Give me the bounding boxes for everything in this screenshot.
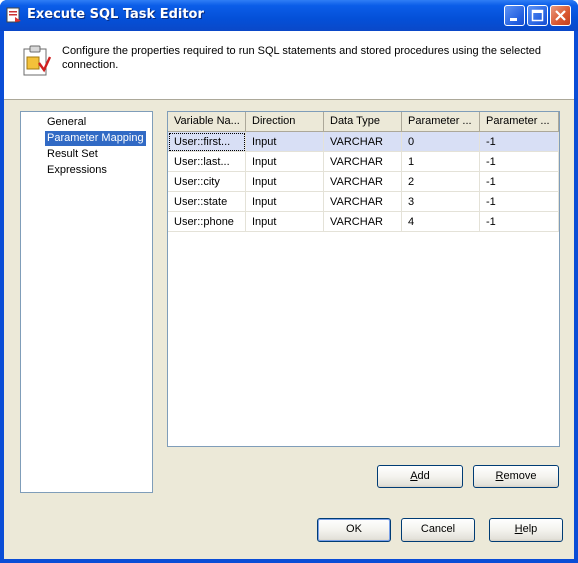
dialog-header: Configure the properties required to run…	[4, 31, 574, 100]
dialog-window: Execute SQL Task Editor Configure the pr…	[0, 0, 578, 563]
close-icon	[555, 10, 566, 21]
cell-variable-name[interactable]: User::first...	[168, 132, 246, 152]
cell-variable-name[interactable]: User::last...	[168, 152, 246, 172]
maximize-button[interactable]	[527, 5, 548, 26]
remove-button[interactable]: Remove	[473, 465, 559, 488]
cell-parameter-size[interactable]: -1	[480, 172, 559, 192]
cell-variable-name[interactable]: User::phone	[168, 212, 246, 232]
table-row[interactable]: User::city Input VARCHAR 2 -1	[168, 172, 559, 192]
nav-item-parameter-mapping[interactable]: Parameter Mapping	[45, 131, 146, 146]
column-header-variable-name[interactable]: Variable Na...	[168, 112, 246, 131]
dialog-client-area: Configure the properties required to run…	[4, 31, 574, 559]
cell-parameter-name[interactable]: 3	[402, 192, 480, 212]
cell-variable-name[interactable]: User::state	[168, 192, 246, 212]
parameter-mapping-grid: Variable Na... Direction Data Type Param…	[167, 111, 560, 447]
minimize-icon	[510, 18, 517, 21]
task-properties-icon	[23, 45, 52, 76]
minimize-button[interactable]	[504, 5, 525, 26]
add-button-label: dd	[417, 470, 430, 482]
cell-data-type[interactable]: VARCHAR	[324, 132, 402, 152]
column-header-parameter-size[interactable]: Parameter ...	[480, 112, 559, 131]
help-button-mnemonic: H	[514, 523, 523, 535]
maximize-icon	[531, 9, 544, 22]
cell-data-type[interactable]: VARCHAR	[324, 172, 402, 192]
cell-parameter-name[interactable]: 1	[402, 152, 480, 172]
grid-header: Variable Na... Direction Data Type Param…	[168, 112, 559, 132]
help-button[interactable]: Help	[489, 518, 563, 542]
nav-item-result-set[interactable]: Result Set	[45, 147, 100, 162]
task-editor-icon	[6, 7, 21, 23]
cell-parameter-size[interactable]: -1	[480, 212, 559, 232]
table-row[interactable]: User::last... Input VARCHAR 1 -1	[168, 152, 559, 172]
cell-direction[interactable]: Input	[246, 152, 324, 172]
header-description: Configure the properties required to run…	[62, 45, 541, 71]
cell-parameter-name[interactable]: 4	[402, 212, 480, 232]
column-header-data-type[interactable]: Data Type	[324, 112, 402, 131]
remove-button-label: emove	[503, 470, 537, 482]
cell-data-type[interactable]: VARCHAR	[324, 192, 402, 212]
cell-parameter-name[interactable]: 0	[402, 132, 480, 152]
cell-parameter-size[interactable]: -1	[480, 192, 559, 212]
close-button[interactable]	[550, 5, 571, 26]
table-row[interactable]: User::phone Input VARCHAR 4 -1	[168, 212, 559, 232]
cell-parameter-name[interactable]: 2	[402, 172, 480, 192]
add-button-mnemonic: A	[410, 470, 418, 482]
page-navigation-list: General Parameter Mapping Result Set Exp…	[20, 111, 153, 493]
column-header-direction[interactable]: Direction	[246, 112, 324, 131]
table-row[interactable]: User::state Input VARCHAR 3 -1	[168, 192, 559, 212]
cell-direction[interactable]: Input	[246, 192, 324, 212]
add-button[interactable]: Add	[377, 465, 463, 488]
cell-variable-name[interactable]: User::city	[168, 172, 246, 192]
cancel-button[interactable]: Cancel	[401, 518, 475, 542]
title-bar[interactable]: Execute SQL Task Editor	[0, 0, 578, 31]
ok-button[interactable]: OK	[317, 518, 391, 542]
cell-parameter-size[interactable]: -1	[480, 132, 559, 152]
cell-direction[interactable]: Input	[246, 212, 324, 232]
column-header-parameter-name[interactable]: Parameter ...	[402, 112, 480, 131]
nav-item-general[interactable]: General	[45, 115, 88, 130]
cell-parameter-size[interactable]: -1	[480, 152, 559, 172]
cell-direction[interactable]: Input	[246, 132, 324, 152]
window-title: Execute SQL Task Editor	[27, 7, 204, 22]
table-row[interactable]: User::first... Input VARCHAR 0 -1	[168, 132, 559, 152]
help-button-label: elp	[522, 523, 538, 535]
nav-item-expressions[interactable]: Expressions	[45, 163, 109, 178]
cell-direction[interactable]: Input	[246, 172, 324, 192]
cell-data-type[interactable]: VARCHAR	[324, 212, 402, 232]
cell-data-type[interactable]: VARCHAR	[324, 152, 402, 172]
